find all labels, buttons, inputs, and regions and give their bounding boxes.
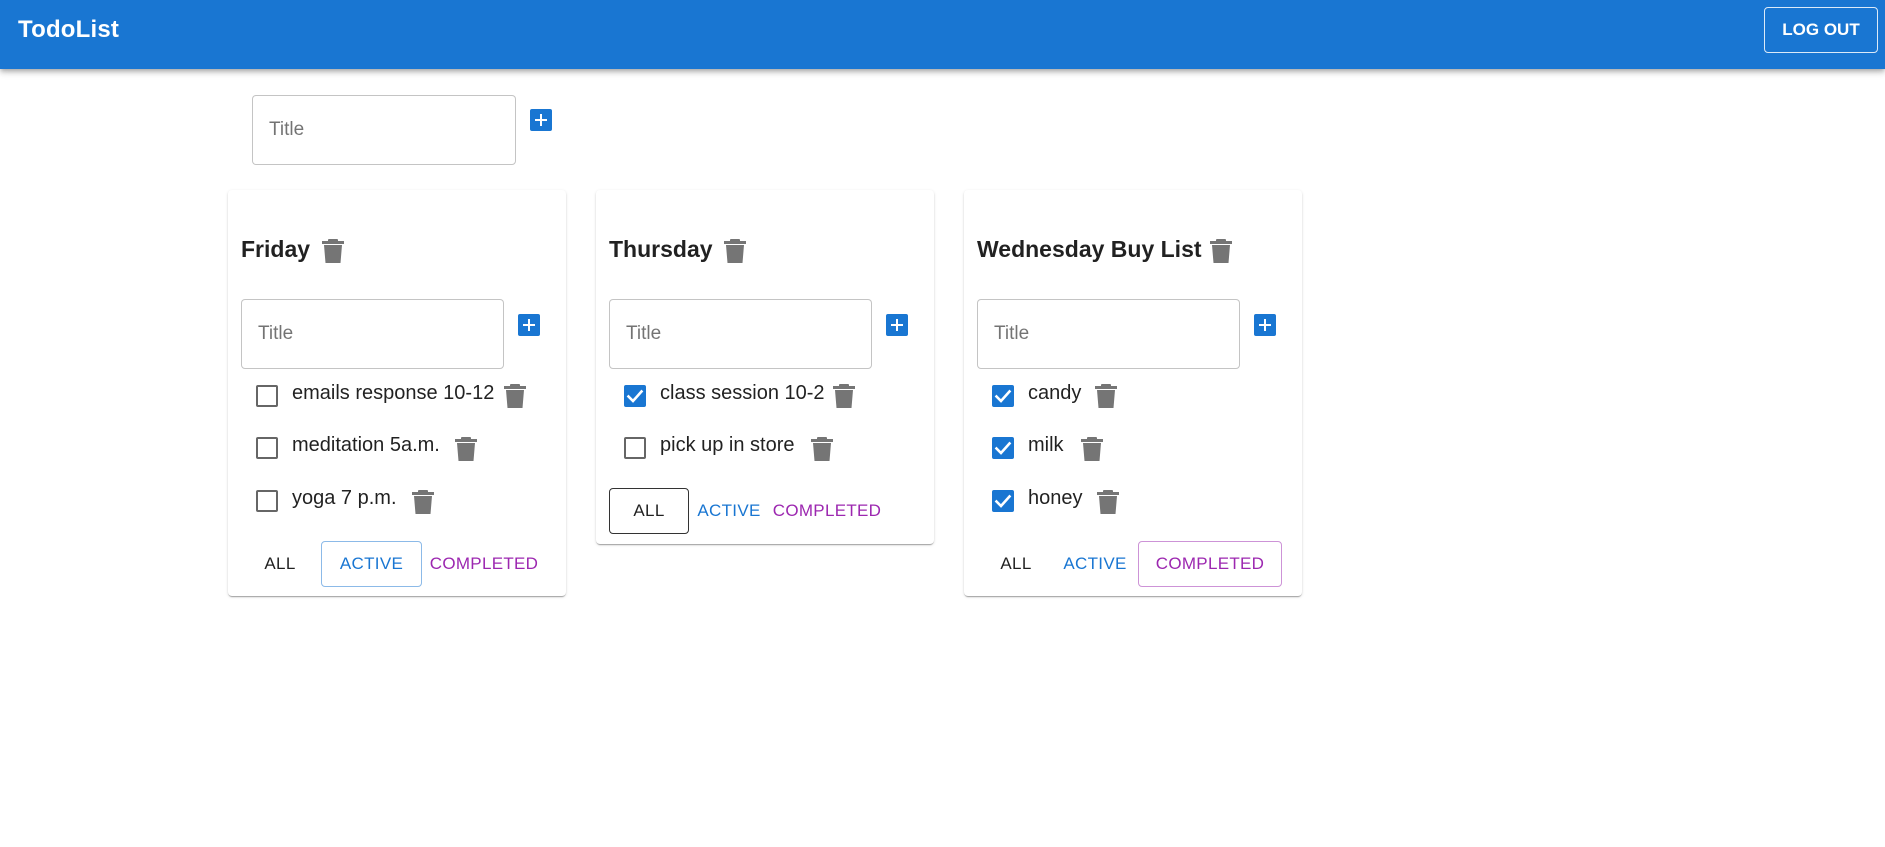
delete-list-icon[interactable] xyxy=(1209,238,1233,264)
todolist-card-friday: Friday emails response 10-12 meditation … xyxy=(228,190,566,596)
delete-task-icon[interactable] xyxy=(810,436,834,462)
filter-active-button[interactable]: ACTIVE xyxy=(321,541,422,587)
delete-list-icon[interactable] xyxy=(723,238,747,264)
task-title-field[interactable] xyxy=(609,299,872,369)
delete-task-icon[interactable] xyxy=(1094,383,1118,409)
task-title-field[interactable] xyxy=(977,299,1240,369)
filter-all-button[interactable]: ALL xyxy=(241,541,319,587)
app-bar: TodoList LOG OUT xyxy=(0,0,1885,69)
task-checkbox[interactable] xyxy=(992,437,1014,459)
task-label: meditation 5a.m. xyxy=(292,434,440,456)
task-label: candy xyxy=(1028,382,1082,404)
add-list-button[interactable] xyxy=(530,109,552,131)
task-title-field[interactable] xyxy=(241,299,504,369)
filter-active-button[interactable]: ACTIVE xyxy=(1059,541,1131,587)
task-checkbox[interactable] xyxy=(256,385,278,407)
task-checkbox[interactable] xyxy=(992,490,1014,512)
filter-completed-button[interactable]: COMPLETED xyxy=(769,488,885,534)
task-checkbox[interactable] xyxy=(256,437,278,459)
filter-active-button[interactable]: ACTIVE xyxy=(693,488,765,534)
delete-task-icon[interactable] xyxy=(1096,489,1120,515)
check-icon xyxy=(626,389,644,403)
add-task-button[interactable] xyxy=(518,314,540,336)
task-label: honey xyxy=(1028,487,1083,509)
list-title: Friday xyxy=(241,236,311,262)
check-icon xyxy=(994,494,1012,508)
filter-completed-button[interactable]: COMPLETED xyxy=(1138,541,1282,587)
task-label: yoga 7 p.m. xyxy=(292,487,397,509)
check-icon xyxy=(994,389,1012,403)
list-title: Wednesday Buy List xyxy=(977,236,1202,262)
add-task-button[interactable] xyxy=(1254,314,1276,336)
task-title-input[interactable] xyxy=(242,300,503,368)
logout-button[interactable]: LOG OUT xyxy=(1764,7,1878,53)
task-checkbox[interactable] xyxy=(992,385,1014,407)
new-list-title-input[interactable] xyxy=(253,96,515,164)
add-task-button[interactable] xyxy=(886,314,908,336)
filter-all-button[interactable]: ALL xyxy=(977,541,1055,587)
delete-task-icon[interactable] xyxy=(832,383,856,409)
task-label: pick up in store xyxy=(660,434,795,456)
new-list-title-field[interactable] xyxy=(252,95,516,165)
delete-task-icon[interactable] xyxy=(503,383,527,409)
task-checkbox[interactable] xyxy=(624,437,646,459)
list-title: Thursday xyxy=(609,236,713,262)
task-checkbox[interactable] xyxy=(624,385,646,407)
delete-task-icon[interactable] xyxy=(1080,436,1104,462)
todolist-card-thursday: Thursday class session 10-2 pick up in s… xyxy=(596,190,934,544)
task-title-input[interactable] xyxy=(610,300,871,368)
app-title: TodoList xyxy=(18,16,120,43)
task-label: milk xyxy=(1028,434,1064,456)
filter-completed-button[interactable]: COMPLETED xyxy=(426,541,542,587)
delete-task-icon[interactable] xyxy=(454,436,478,462)
task-label: emails response 10-12 xyxy=(292,382,495,404)
delete-list-icon[interactable] xyxy=(321,238,345,264)
check-icon xyxy=(994,441,1012,455)
delete-task-icon[interactable] xyxy=(411,489,435,515)
todolist-card-wednesday-buy-list: Wednesday Buy List candy milk honey ALL … xyxy=(964,190,1302,596)
task-label: class session 10-2 xyxy=(660,382,825,404)
task-checkbox[interactable] xyxy=(256,490,278,512)
filter-all-button[interactable]: ALL xyxy=(609,488,689,534)
task-title-input[interactable] xyxy=(978,300,1239,368)
